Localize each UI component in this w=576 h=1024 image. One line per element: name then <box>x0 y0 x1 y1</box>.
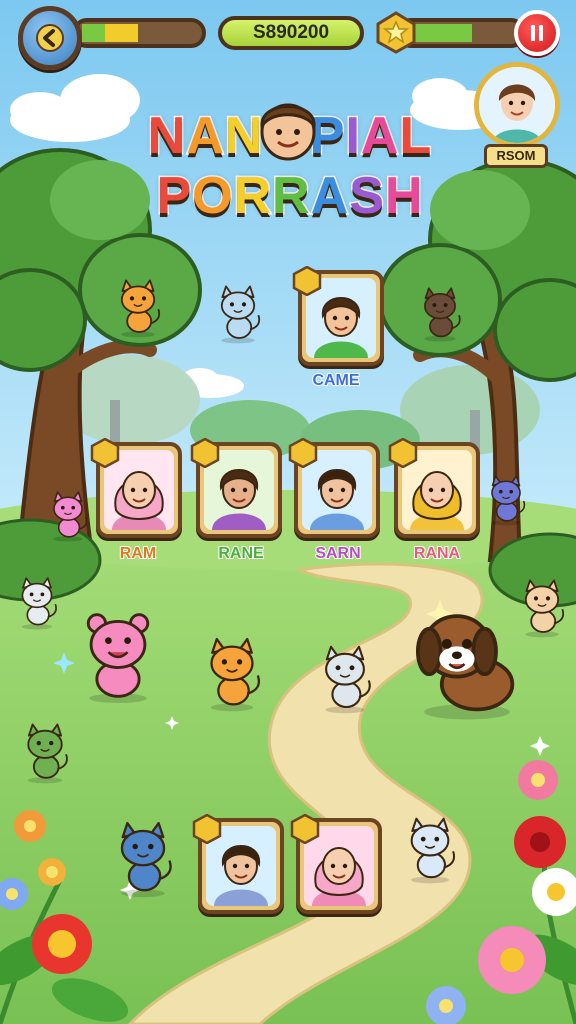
cat-pet[interactable] <box>480 474 532 526</box>
level-badge-icon <box>388 438 418 468</box>
character-card[interactable]: 3 <box>388 438 480 538</box>
character-card[interactable]: + <box>290 814 382 914</box>
title-letter: N <box>146 107 187 165</box>
title-letter: R <box>232 167 273 225</box>
avatar <box>479 67 555 143</box>
title-letter: R <box>271 167 312 225</box>
title-letter: S <box>348 167 386 225</box>
character-name-label: RANA <box>413 544 461 563</box>
cat-pet[interactable] <box>310 644 380 714</box>
cat-pet[interactable] <box>42 490 94 542</box>
star-progress-fill <box>414 24 472 42</box>
title-letter: I <box>344 107 362 165</box>
title-letter: A <box>359 107 400 165</box>
progress-fill-green <box>82 24 105 42</box>
title-letter: A <box>185 107 226 165</box>
character-name-label: RAM <box>119 544 157 563</box>
character-name-label: CAME <box>311 371 360 390</box>
level-badge-icon <box>292 266 322 296</box>
character-card[interactable]: 1 <box>90 438 182 538</box>
pause-icon-bar <box>539 25 543 41</box>
progress-fill-yellow <box>105 24 138 42</box>
title-letter: H <box>383 167 424 225</box>
level-badge-icon <box>190 438 220 468</box>
profile-name-plate: RSOM <box>484 144 548 168</box>
pause-button[interactable] <box>514 10 560 56</box>
title-letter: P <box>155 167 193 225</box>
title-letter: O <box>191 167 234 225</box>
level-badge-icon <box>290 814 320 844</box>
character-card[interactable]: 3 <box>288 438 380 538</box>
cat-pet[interactable] <box>208 284 268 344</box>
cat-pet[interactable] <box>10 576 64 630</box>
score-display: S890200 <box>218 16 364 50</box>
profile-avatar[interactable] <box>474 62 560 148</box>
level-badge-icon <box>288 438 318 468</box>
bear-pet[interactable] <box>70 608 166 704</box>
level-badge-icon <box>192 814 222 844</box>
cat-pet[interactable] <box>14 722 76 784</box>
character-card[interactable]: 5 <box>192 814 284 914</box>
title-mascot-face <box>260 103 316 161</box>
level-progress-bar <box>72 18 206 48</box>
title-letter: A <box>309 167 350 225</box>
title-letter: L <box>398 107 433 165</box>
cat-pet[interactable] <box>396 816 464 884</box>
chevron-left-icon <box>36 24 64 52</box>
back-button[interactable] <box>18 6 82 70</box>
character-card[interactable]: 1 <box>190 438 282 538</box>
star-badge-icon <box>376 11 416 54</box>
cat-pet[interactable] <box>412 286 468 342</box>
level-badge-icon <box>90 438 120 468</box>
cat-pet[interactable] <box>108 278 168 338</box>
cat-pet[interactable] <box>512 578 572 638</box>
character-card[interactable]: 2 <box>292 266 384 366</box>
cat-pet[interactable] <box>104 820 182 898</box>
cat-pet[interactable] <box>194 636 270 712</box>
title-line-2: PORRASH <box>132 167 448 225</box>
pause-icon <box>531 25 535 41</box>
